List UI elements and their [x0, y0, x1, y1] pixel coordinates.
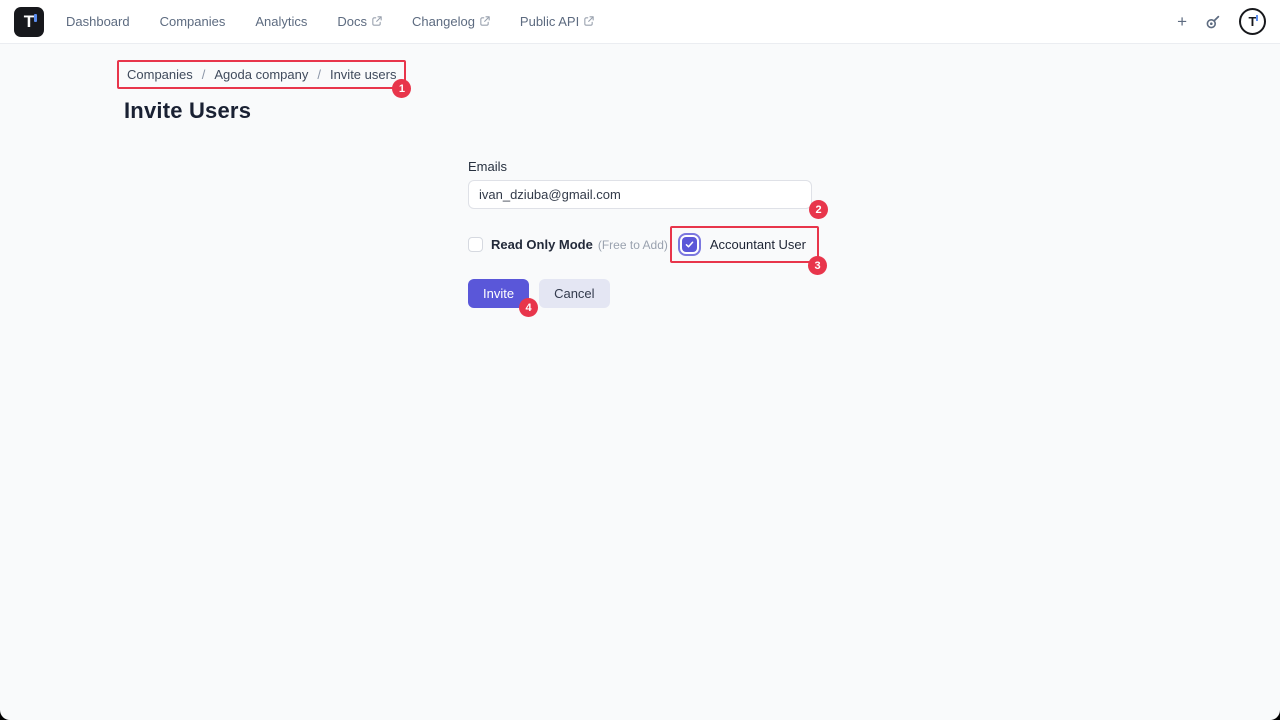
nav-item-label: Changelog [412, 14, 475, 29]
breadcrumb-item-agoda-company[interactable]: Agoda company [214, 67, 308, 82]
avatar-accent-mark [1256, 15, 1258, 21]
emails-input[interactable] [468, 180, 812, 209]
nav-item-label: Dashboard [66, 14, 130, 29]
nav-item-label: Companies [160, 14, 226, 29]
annotation-badge-2: 2 [809, 200, 828, 219]
breadcrumb-annotation-box: Companies / Agoda company / Invite users… [117, 60, 406, 89]
nav-item-analytics[interactable]: Analytics [255, 14, 307, 29]
role-options-row: Read Only Mode (Free to Add) Accountant … [468, 226, 812, 263]
page-title: Invite Users [124, 98, 251, 124]
breadcrumb-item-invite-users[interactable]: Invite users [330, 67, 396, 82]
breadcrumb-item-companies[interactable]: Companies [127, 67, 193, 82]
external-link-icon [584, 14, 594, 29]
top-navbar: T Dashboard Companies Analytics Docs Cha… [0, 0, 1280, 44]
nav-item-public-api[interactable]: Public API [520, 14, 594, 29]
nav-item-label: Analytics [255, 14, 307, 29]
read-only-mode-checkbox[interactable] [468, 237, 483, 252]
form-buttons-row: Invite 4 Cancel [468, 279, 812, 308]
accountant-user-label[interactable]: Accountant User [710, 237, 806, 252]
app-window: T Dashboard Companies Analytics Docs Cha… [0, 0, 1280, 720]
nav-item-docs[interactable]: Docs [337, 14, 382, 29]
app-logo[interactable]: T [14, 7, 44, 37]
accountant-annotation-box: Accountant User 3 [670, 226, 819, 263]
nav-item-dashboard[interactable]: Dashboard [66, 14, 130, 29]
annotation-badge-1: 1 [392, 79, 411, 98]
nav-item-label: Public API [520, 14, 579, 29]
main-nav: Dashboard Companies Analytics Docs Chang… [66, 14, 594, 29]
annotation-badge-3: 3 [808, 256, 827, 275]
external-link-icon [372, 14, 382, 29]
breadcrumb: Companies / Agoda company / Invite users [127, 67, 396, 82]
read-only-mode-hint: (Free to Add) [598, 238, 668, 252]
emails-input-wrap: 2 [468, 180, 812, 209]
account-avatar[interactable]: T [1239, 8, 1266, 35]
navbar-actions: + T [1177, 8, 1266, 35]
add-icon[interactable]: + [1177, 13, 1187, 30]
check-icon [685, 236, 694, 254]
app-logo-letter: T [24, 12, 34, 32]
accountant-user-checkbox[interactable] [682, 237, 697, 252]
external-link-icon [480, 14, 490, 29]
annotation-badge-4: 4 [519, 298, 538, 317]
emails-label: Emails [468, 159, 812, 174]
logo-accent-mark [34, 14, 37, 22]
nav-item-companies[interactable]: Companies [160, 14, 226, 29]
nav-item-label: Docs [337, 14, 367, 29]
search-icon[interactable] [1205, 14, 1221, 30]
invite-users-form: Emails 2 Read Only Mode (Free to Add) Ac… [468, 159, 812, 308]
cancel-button[interactable]: Cancel [539, 279, 609, 308]
breadcrumb-separator: / [317, 67, 321, 82]
invite-button-wrap: Invite 4 [468, 279, 529, 308]
breadcrumb-separator: / [202, 67, 206, 82]
read-only-mode-label[interactable]: Read Only Mode [491, 237, 593, 252]
nav-item-changelog[interactable]: Changelog [412, 14, 490, 29]
